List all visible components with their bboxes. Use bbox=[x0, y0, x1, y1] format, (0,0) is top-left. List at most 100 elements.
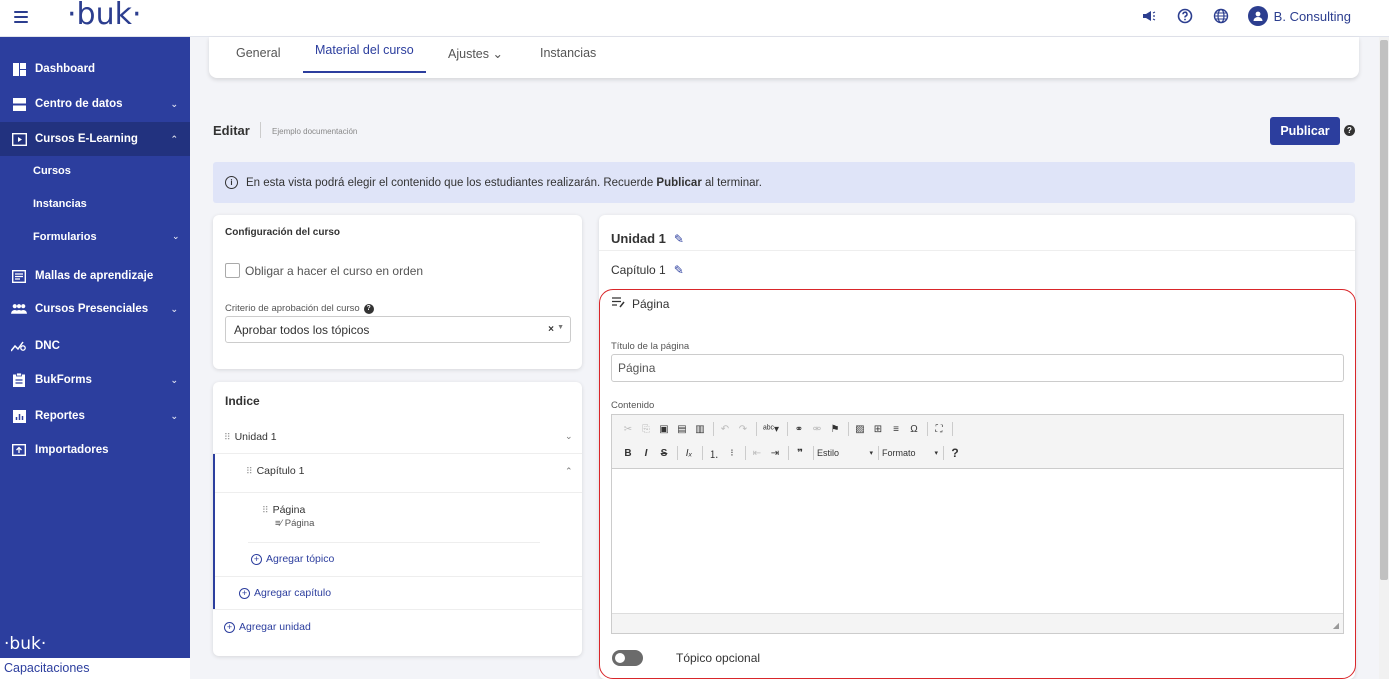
add-topic-link[interactable]: + Agregar tópico bbox=[251, 553, 334, 565]
index-card: Indice ⠿ Unidad 1 ⌄ ⠿ Capítulo 1 ⌃ ⠿ Página… bbox=[213, 382, 582, 656]
italic-icon[interactable]: I bbox=[638, 445, 654, 461]
divider bbox=[215, 492, 582, 493]
clear-icon[interactable]: × bbox=[548, 324, 554, 335]
index-unit-row[interactable]: ⠿ Unidad 1 bbox=[224, 431, 277, 443]
rich-text-editor[interactable]: ✂ ⎘ ▣ ▤ ▥ ↶ ↷ ᵃᵇᶜ▾ ⚭ ⚮ ⚑ ▨ ⊞ ≡ Ω ⛶ B I S bbox=[611, 414, 1344, 634]
index-chapter-row[interactable]: ⠿ Capítulo 1 bbox=[246, 465, 304, 477]
plus-circle-icon: + bbox=[224, 621, 235, 633]
divider bbox=[248, 542, 540, 543]
numbered-list-icon[interactable]: ⒈ bbox=[706, 445, 722, 461]
tab-ajustes[interactable]: Ajustes ⌄ bbox=[448, 46, 503, 70]
strikethrough-icon[interactable]: S bbox=[656, 445, 672, 461]
table-icon[interactable]: ⊞ bbox=[870, 421, 886, 437]
sidebar-subitem-cursos[interactable]: Cursos bbox=[33, 165, 71, 177]
outdent-icon[interactable]: ⇤ bbox=[749, 445, 765, 461]
copy-icon[interactable]: ⎘ bbox=[638, 421, 654, 437]
help-circle-icon[interactable] bbox=[1176, 7, 1194, 25]
help-icon[interactable]: ? bbox=[947, 445, 963, 461]
sidebar-item-cursos-elearning[interactable]: Cursos E-Learning ⌃ bbox=[0, 122, 190, 156]
hamburger-menu-icon[interactable] bbox=[14, 11, 28, 23]
sidebar-item-mallas[interactable]: Mallas de aprendizaje bbox=[0, 259, 190, 293]
pencil-icon[interactable]: ✎ bbox=[674, 263, 684, 277]
sidebar-item-dnc[interactable]: DNC bbox=[0, 329, 190, 363]
resize-handle-icon[interactable]: ◢ bbox=[1333, 621, 1339, 630]
horizontal-line-icon[interactable]: ≡ bbox=[888, 421, 904, 437]
spellcheck-icon[interactable]: ᵃᵇᶜ▾ bbox=[760, 421, 782, 437]
bold-icon[interactable]: B bbox=[620, 445, 636, 461]
blockquote-icon[interactable]: ❞ bbox=[792, 445, 808, 461]
add-chapter-link[interactable]: + Agregar capítulo bbox=[239, 587, 331, 599]
criteria-select[interactable]: Aprobar todos los tópicos × ▼ bbox=[225, 316, 571, 343]
publish-button[interactable]: Publicar bbox=[1270, 117, 1340, 145]
format-dropdown[interactable]: Formato ▾ bbox=[882, 448, 938, 458]
info-text-end: al terminar. bbox=[701, 176, 762, 189]
sidebar-item-importadores[interactable]: Importadores bbox=[0, 433, 190, 467]
toolbar-separator bbox=[713, 422, 714, 436]
sidebar-subitem-instancias[interactable]: Instancias bbox=[33, 198, 87, 210]
bulleted-list-icon[interactable]: ⁝ bbox=[724, 445, 740, 461]
toolbar-separator bbox=[788, 446, 789, 460]
course-config-card: Configuración del curso Obligar a hacer … bbox=[213, 215, 582, 369]
sidebar-item-centro-de-datos[interactable]: Centro de datos ⌄ bbox=[0, 87, 190, 121]
sidebar-item-dashboard[interactable]: Dashboard bbox=[0, 52, 190, 86]
tab-material-del-curso[interactable]: Material del curso bbox=[303, 43, 426, 73]
chevron-up-icon[interactable]: ⌃ bbox=[565, 466, 573, 477]
paste-icon[interactable]: ▣ bbox=[656, 421, 672, 437]
sidebar-item-reportes[interactable]: Reportes ⌄ bbox=[0, 399, 190, 433]
unlink-icon[interactable]: ⚮ bbox=[809, 421, 825, 437]
link-icon[interactable]: ⚭ bbox=[791, 421, 807, 437]
sidebar-item-label: Dashboard bbox=[35, 63, 96, 75]
report-icon bbox=[11, 408, 27, 424]
special-char-icon[interactable]: Ω bbox=[906, 421, 922, 437]
help-icon[interactable]: ? bbox=[363, 303, 374, 314]
indent-icon[interactable]: ⇥ bbox=[767, 445, 783, 461]
remove-format-icon[interactable]: Iₓ bbox=[681, 445, 697, 461]
sidebar-item-label: BukForms bbox=[35, 374, 92, 386]
chapter-heading: Capítulo 1 ✎ bbox=[611, 263, 684, 277]
cut-icon[interactable]: ✂ bbox=[620, 421, 636, 437]
config-title: Configuración del curso bbox=[225, 227, 341, 238]
scrollbar-thumb[interactable] bbox=[1380, 40, 1388, 580]
anchor-flag-icon[interactable]: ⚑ bbox=[827, 421, 843, 437]
drag-handle-icon[interactable]: ⠿ bbox=[224, 432, 231, 442]
user-menu[interactable]: B. Consulting bbox=[1247, 6, 1351, 26]
pencil-icon[interactable]: ✎ bbox=[674, 232, 684, 246]
style-dropdown[interactable]: Estilo ▾ bbox=[817, 448, 873, 458]
chevron-down-icon[interactable]: ⌄ bbox=[565, 431, 573, 442]
chevron-down-icon[interactable]: ▼ bbox=[557, 324, 564, 331]
globe-icon[interactable] bbox=[1212, 7, 1230, 25]
index-page-row[interactable]: ⠿ Página bbox=[262, 504, 305, 516]
drag-handle-icon[interactable]: ⠿ bbox=[246, 466, 253, 476]
page-title-input[interactable]: Página bbox=[611, 354, 1344, 382]
undo-icon[interactable]: ↶ bbox=[717, 421, 733, 437]
info-banner: i En esta vista podrá elegir el contenid… bbox=[213, 162, 1355, 203]
add-unit-link[interactable]: + Agregar unidad bbox=[224, 621, 311, 633]
help-icon[interactable]: ? bbox=[1344, 125, 1355, 136]
sidebar-item-cursos-presenciales[interactable]: Cursos Presenciales ⌄ bbox=[0, 292, 190, 326]
add-unit-label: Agregar unidad bbox=[239, 621, 311, 633]
redo-icon[interactable]: ↷ bbox=[735, 421, 751, 437]
image-icon[interactable]: ▨ bbox=[852, 421, 868, 437]
order-checkbox[interactable] bbox=[225, 263, 240, 278]
index-unit-label: Unidad 1 bbox=[234, 431, 277, 443]
paste-text-icon[interactable]: ▤ bbox=[674, 421, 690, 437]
tab-instancias[interactable]: Instancias bbox=[540, 46, 596, 70]
paste-word-icon[interactable]: ▥ bbox=[692, 421, 708, 437]
footer-logo: ·buk· bbox=[4, 634, 47, 654]
tab-general[interactable]: General bbox=[236, 46, 280, 70]
database-icon bbox=[11, 96, 27, 112]
drag-handle-icon[interactable]: ⠿ bbox=[262, 505, 269, 515]
optional-topic-toggle[interactable] bbox=[612, 650, 643, 666]
top-icons: B. Consulting bbox=[1140, 6, 1351, 26]
sidebar-subitem-formularios[interactable]: Formularios bbox=[33, 231, 97, 243]
buk-logo[interactable]: ·buk· bbox=[67, 0, 142, 32]
sidebar-item-bukforms[interactable]: BukForms ⌄ bbox=[0, 363, 190, 397]
chapter-heading-text: Capítulo 1 bbox=[611, 263, 666, 277]
index-chapter-label: Capítulo 1 bbox=[256, 465, 305, 477]
maximize-icon[interactable]: ⛶ bbox=[931, 421, 947, 437]
format-dropdown-label: Formato bbox=[882, 448, 916, 458]
clipboard-icon bbox=[11, 372, 27, 388]
megaphone-icon[interactable] bbox=[1140, 7, 1158, 25]
unit-heading: Unidad 1 ✎ bbox=[611, 231, 684, 246]
chevron-up-icon: ⌃ bbox=[170, 133, 178, 144]
